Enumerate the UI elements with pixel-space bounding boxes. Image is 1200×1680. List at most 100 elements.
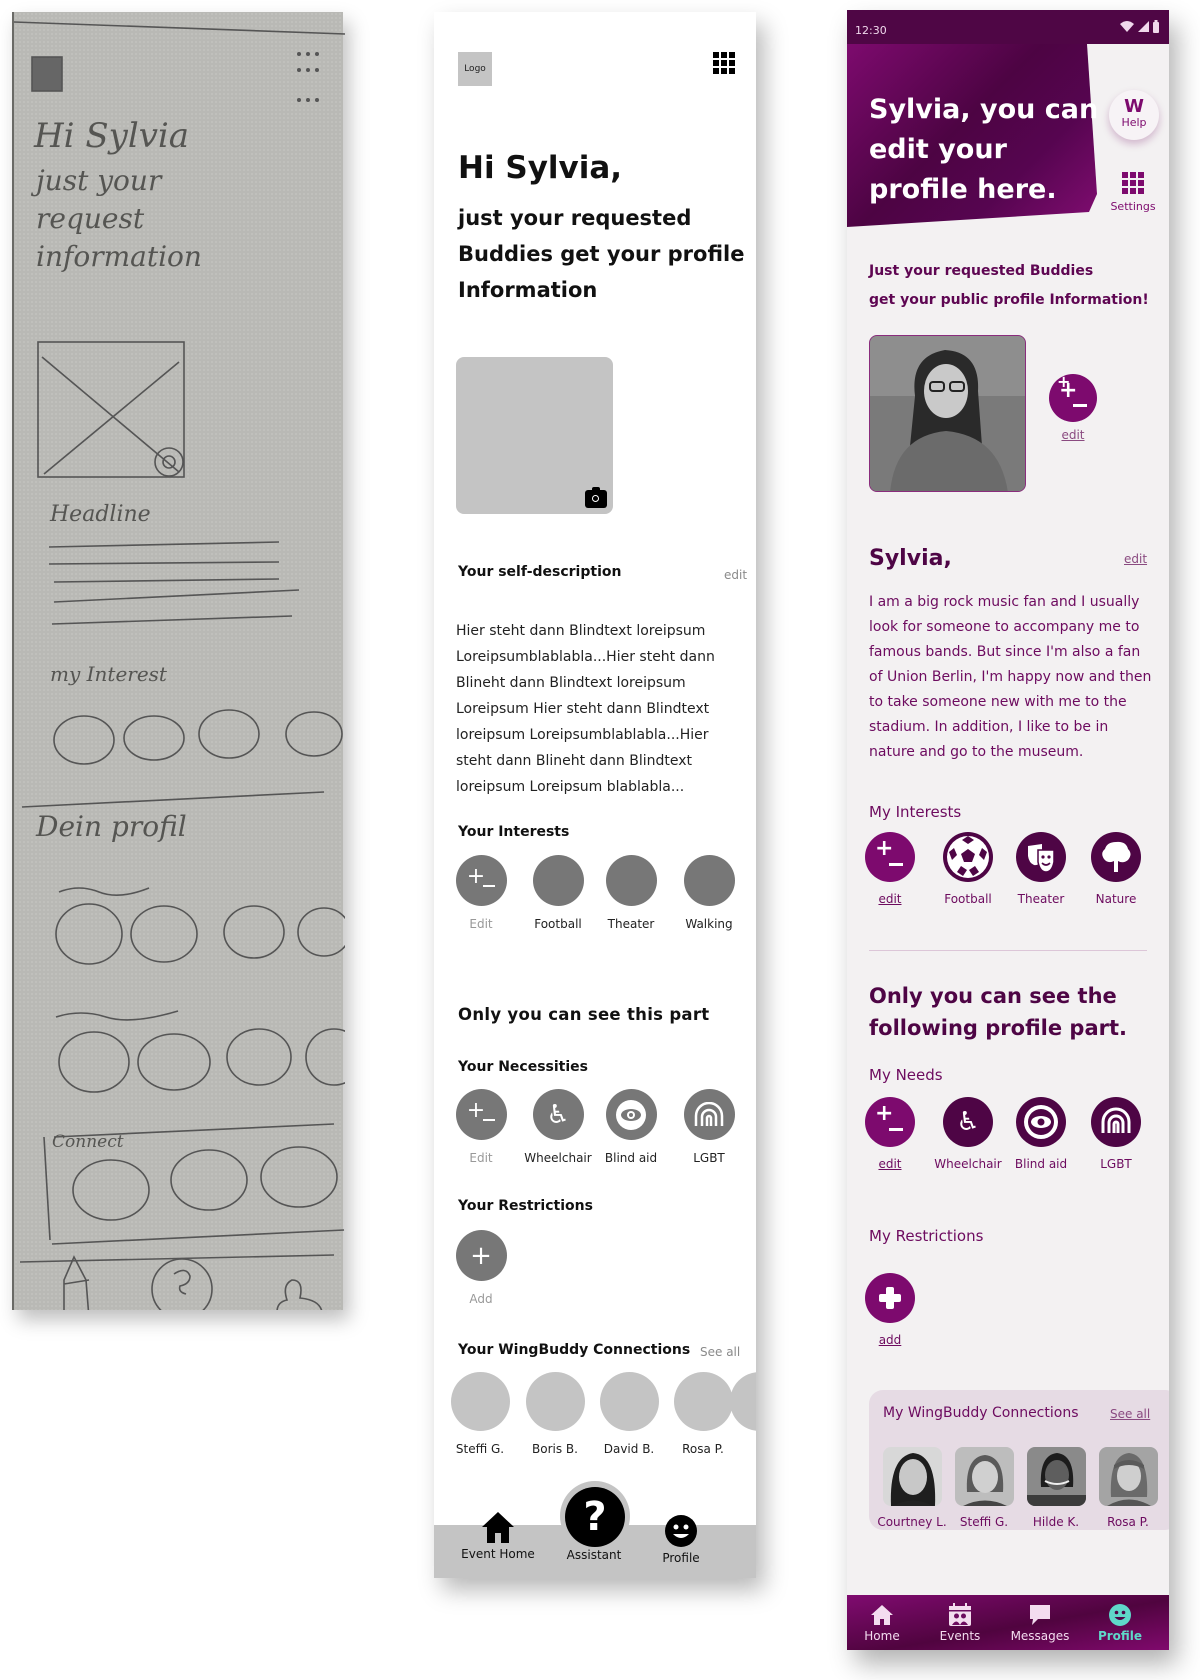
photo-edit-button[interactable]: + edit [1043, 372, 1103, 442]
settings-button[interactable]: Settings [1103, 172, 1163, 213]
avatar-placeholder [599, 1372, 659, 1431]
rainbow-icon [683, 1089, 735, 1140]
need-label[interactable]: edit [855, 1157, 925, 1171]
sketch-connect-label: Connect [52, 1132, 124, 1152]
restriction-add-button[interactable]: + Add [441, 1230, 521, 1306]
sketch-divider [21, 791, 325, 808]
logo-placeholder: Logo [458, 52, 492, 86]
tab-home[interactable]: Home [847, 1603, 917, 1643]
bottom-tab-bar: Home Events Messages Profile [847, 1595, 1169, 1650]
sketch-greeting-sub: just your request information [36, 162, 202, 276]
necessity-item[interactable]: Blind aid [591, 1089, 671, 1165]
status-time: 12:30 [855, 24, 887, 37]
connections-title: My WingBuddy Connections [883, 1405, 1079, 1421]
tree-icon [1091, 832, 1141, 882]
interest-label[interactable]: edit [855, 892, 925, 906]
needs-edit-button[interactable]: + edit [855, 1097, 925, 1171]
sketch-help-icon [151, 1258, 213, 1310]
nav-profile[interactable]: Profile [631, 1514, 731, 1565]
interest-edit-button[interactable]: + Edit [441, 855, 521, 931]
chat-bubble-icon [1030, 1605, 1050, 1625]
connection-item[interactable]: Courtney L. [877, 1447, 947, 1529]
interest-item[interactable]: Walking [669, 855, 749, 931]
interest-edit-button[interactable]: + edit [855, 832, 925, 906]
camera-icon[interactable] [585, 487, 607, 508]
photo-edit-link[interactable]: edit [1043, 428, 1103, 442]
restriction-add-link[interactable]: add [855, 1333, 925, 1347]
needs-title: My Needs [869, 1066, 943, 1084]
help-button[interactable]: W Help [1109, 90, 1159, 140]
connections-row: Steffi G. Boris B. David B. Rosa P. [434, 1372, 756, 1462]
plus-minus-icon: + [455, 855, 507, 906]
restrictions-title: My Restrictions [869, 1227, 984, 1245]
need-item[interactable]: ♿ Wheelchair [933, 1097, 1003, 1171]
restriction-add-button[interactable]: add [855, 1273, 925, 1347]
connection-item[interactable]: Rosa P. [663, 1372, 743, 1456]
private-section-heading: Only you can see this part [458, 1005, 710, 1024]
connections-see-all-link[interactable]: See all [700, 1345, 740, 1359]
sketch-circles-row-2 [55, 903, 345, 965]
interest-item[interactable]: Football [518, 855, 598, 931]
plus-minus-icon: + [865, 832, 915, 882]
connection-name: Rosa P. [682, 1442, 724, 1456]
interest-item[interactable]: Football [933, 832, 1003, 906]
interest-label: Theater [607, 917, 655, 931]
intro-line: Just your requested Buddies [869, 263, 1094, 279]
restriction-add-label: Add [469, 1292, 493, 1306]
profile-photo[interactable] [869, 335, 1026, 492]
sketch-image-placeholder-icon [37, 341, 185, 478]
sketch-connect-circles [72, 1146, 338, 1221]
interests-title: My Interests [869, 803, 962, 821]
calendar-people-icon [949, 1603, 971, 1626]
sketch-headline: Headline [50, 502, 151, 527]
interest-item[interactable]: Theater [591, 855, 671, 931]
necessity-item[interactable]: ♿ Wheelchair [518, 1089, 598, 1165]
nav-assistant[interactable]: Assistant [544, 1548, 644, 1562]
profile-photo-placeholder[interactable] [456, 357, 613, 514]
menu-grid-icon[interactable] [713, 52, 735, 74]
tab-messages[interactable]: Messages [1005, 1603, 1075, 1643]
name-edit-link[interactable]: edit [1124, 552, 1147, 566]
question-icon[interactable]: ? [565, 1487, 625, 1547]
tab-events[interactable]: Events [925, 1603, 995, 1643]
plus-icon [865, 1273, 915, 1323]
connection-item[interactable]: Hilde K. [1021, 1447, 1091, 1529]
connection-item[interactable]: Steffi G. [440, 1372, 520, 1456]
smiley-icon [1109, 1604, 1131, 1626]
interest-label: Football [944, 892, 992, 906]
help-label: Help [1121, 116, 1147, 129]
tab-profile[interactable]: Profile [1085, 1603, 1155, 1643]
connection-item[interactable]: Rosa P. [1093, 1447, 1163, 1529]
restrictions-title: Your Restrictions [458, 1198, 593, 1214]
sketch-greeting: Hi Sylvia [34, 116, 190, 156]
self-description-title: Your self-description [458, 564, 622, 580]
sketch-squiggle-2 [55, 1010, 179, 1021]
necessity-edit-button[interactable]: + Edit [441, 1089, 521, 1165]
necessity-item[interactable]: LGBT [669, 1089, 749, 1165]
connections-see-all-link[interactable]: See all [1110, 1407, 1150, 1421]
connection-item[interactable]: Steffi G. [949, 1447, 1019, 1529]
battery-icon [1153, 20, 1159, 33]
wheelchair-icon: ♿ [532, 1089, 584, 1140]
interest-item[interactable]: Theater [1006, 832, 1076, 906]
sketch-profile-icon [276, 1279, 323, 1310]
greeting-subtitle: just your requested Buddies get your pro… [458, 206, 745, 302]
need-item[interactable]: LGBT [1081, 1097, 1151, 1171]
sketch-logo-icon [31, 56, 63, 92]
section-divider [869, 950, 1147, 951]
necessities-row: + Edit ♿ Wheelchair Blind aid LGBT [455, 1089, 756, 1179]
sketch-profile-label: Dein profil [36, 810, 187, 843]
avatar [882, 1447, 942, 1506]
profile-photo-image [870, 336, 1025, 491]
connection-item[interactable]: David B. [589, 1372, 669, 1456]
profile-name: Sylvia, [869, 546, 952, 571]
intro-text: Just your requested Buddies get your pub… [869, 257, 1149, 315]
rainbow-icon [1091, 1097, 1141, 1147]
connection-name: Steffi G. [959, 1515, 1009, 1529]
connection-item[interactable]: Boris B. [515, 1372, 595, 1456]
need-item[interactable]: Blind aid [1006, 1097, 1076, 1171]
nav-event-home[interactable]: Event Home [448, 1510, 548, 1561]
self-description-edit-link[interactable]: edit [724, 568, 747, 582]
interest-item[interactable]: Nature [1081, 832, 1151, 906]
connections-card: My WingBuddy Connections See all Courtne… [869, 1390, 1169, 1530]
